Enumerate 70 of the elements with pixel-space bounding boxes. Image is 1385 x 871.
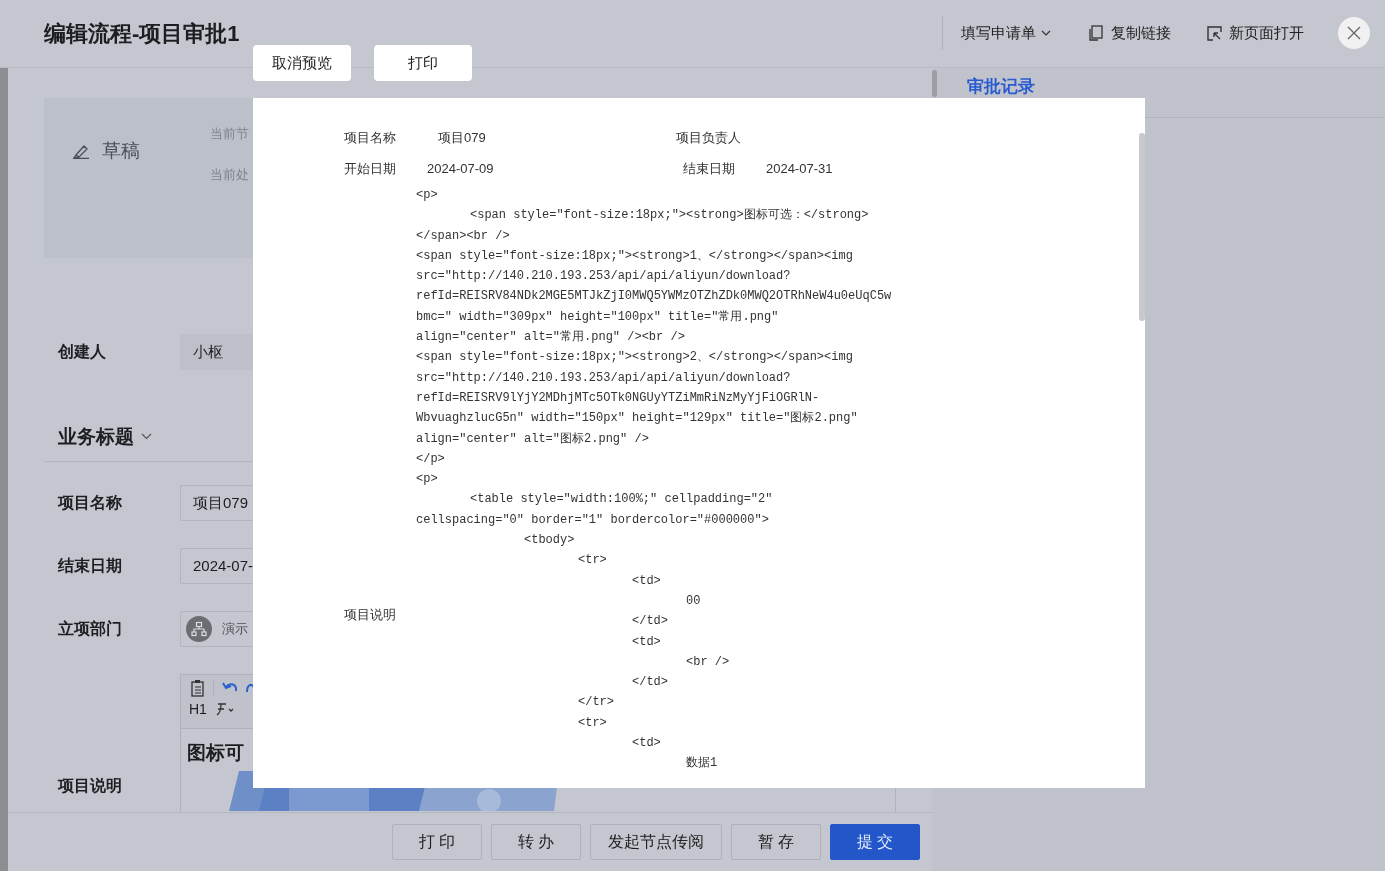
- code-line: <span style="font-size:18px;"><strong>1、</strong></span><img: [416, 247, 854, 265]
- page-title: 编辑流程-项目审批1: [44, 19, 240, 48]
- field-label: 项目名称: [58, 492, 123, 513]
- redo-icon: [246, 681, 255, 694]
- code-line: refId=REISRV9lYjY2MDhjMTc5OTk0NGUyYTZiMmRiNzMyYjFiOGRlN-: [416, 389, 821, 407]
- preview-button[interactable]: 打印: [374, 45, 472, 81]
- paste-icon: [189, 678, 205, 697]
- field-label: 结束日期: [58, 555, 123, 576]
- code-line: src="http://140.210.193.253/api/api/aliyun/download?: [416, 369, 792, 387]
- header-action[interactable]: 新页面打开: [1207, 22, 1304, 45]
- code-line: </td>: [631, 613, 669, 631]
- preview-button[interactable]: 取消预览: [253, 45, 351, 81]
- code-line: <br />: [685, 653, 731, 671]
- code-line: <span style="font-size:18px;"><strong>2、</strong></span><img: [416, 349, 854, 367]
- code-line: cellspacing="0" border="1" bordercolor="#000000">: [416, 511, 770, 529]
- copy-icon: [1089, 25, 1103, 42]
- code-line: 00: [685, 592, 702, 610]
- code-line: <td>: [631, 572, 662, 590]
- code-line: <tr>: [577, 552, 608, 570]
- code-line: src="http://140.210.193.253/api/api/aliyun/download?: [416, 268, 792, 286]
- footer-button[interactable]: 提 交: [830, 824, 920, 861]
- status-label: 草稿: [102, 138, 140, 163]
- code-line: <td>: [631, 633, 662, 651]
- scrollbar-thumb[interactable]: [932, 69, 937, 97]
- code-line: </tr>: [577, 694, 615, 712]
- field-label: 创建人: [58, 341, 107, 362]
- code-line: </p>: [416, 450, 446, 468]
- status-info-label: 当前处: [210, 166, 249, 185]
- department-avatar-icon: [186, 615, 212, 642]
- code-line: <p>: [416, 187, 439, 204]
- header-action[interactable]: 填写申请单: [961, 22, 1051, 45]
- preview-field-label: 开始日期: [344, 160, 397, 178]
- code-line: refId=REISRV84NDk2MGE5MTJkZjI0MWQ5YWMzOTZhZDk0MWQ2OTRhNeW4u0eUqC5w: [416, 288, 892, 306]
- code-line: <span style="font-size:18px;"><strong>图标可选：</strong>: [469, 207, 870, 225]
- preview-field-label: 项目说明: [344, 606, 397, 624]
- preview-field-label: 项目名称: [344, 129, 397, 147]
- preview-field-value: 项目079: [438, 129, 486, 147]
- code-line: <tbody>: [523, 532, 576, 550]
- section-title[interactable]: 业务标题: [58, 422, 134, 452]
- footer-button[interactable]: 发起节点传阅: [590, 824, 722, 861]
- chevron-down-icon: [1041, 30, 1051, 37]
- header-action[interactable]: 复制链接: [1089, 22, 1171, 45]
- code-line: align="center" alt="常用.png" /><br />: [416, 329, 686, 347]
- editor-heading: 图标可: [186, 740, 245, 765]
- external-link-icon: [1207, 25, 1222, 41]
- code-line: <tr>: [577, 714, 608, 732]
- footer-button[interactable]: 打 印: [392, 824, 482, 861]
- code-line: bmc=" width="309px" height="100px" title="常用.png": [416, 308, 780, 326]
- heading-dropdown[interactable]: H1: [189, 698, 207, 720]
- preview-field-value: 2024-07-09: [427, 160, 494, 178]
- code-line: </span><br />: [416, 227, 511, 245]
- code-line: WbvuaghzlucG5n" width="150px" height="129px" title="图标2.png": [416, 410, 859, 428]
- code-line: align="center" alt="图标2.png" />: [416, 430, 650, 448]
- scrollbar-thumb[interactable]: [1139, 133, 1145, 321]
- close-icon: [1347, 26, 1361, 41]
- code-line: <p>: [416, 471, 439, 489]
- status-info-label: 当前节: [210, 124, 249, 143]
- code-line: <td>: [631, 735, 662, 752]
- preview-field-value: 2024-07-31: [765, 160, 833, 178]
- code-line: </td>: [631, 674, 669, 692]
- footer-button[interactable]: 暂 存: [731, 824, 821, 861]
- close-button[interactable]: [1338, 17, 1370, 50]
- preview-field-label: 结束日期: [682, 160, 736, 178]
- code-line: <table style="width:100%;" cellpadding="2": [469, 491, 774, 509]
- preview-field-label: 项目负责人: [675, 129, 742, 147]
- footer-button[interactable]: 转 办: [491, 824, 581, 861]
- code-line: 数据1: [685, 755, 719, 773]
- field-label: 项目说明: [58, 775, 123, 796]
- field-label: 立项部门: [58, 618, 123, 639]
- font-icon: [214, 702, 235, 717]
